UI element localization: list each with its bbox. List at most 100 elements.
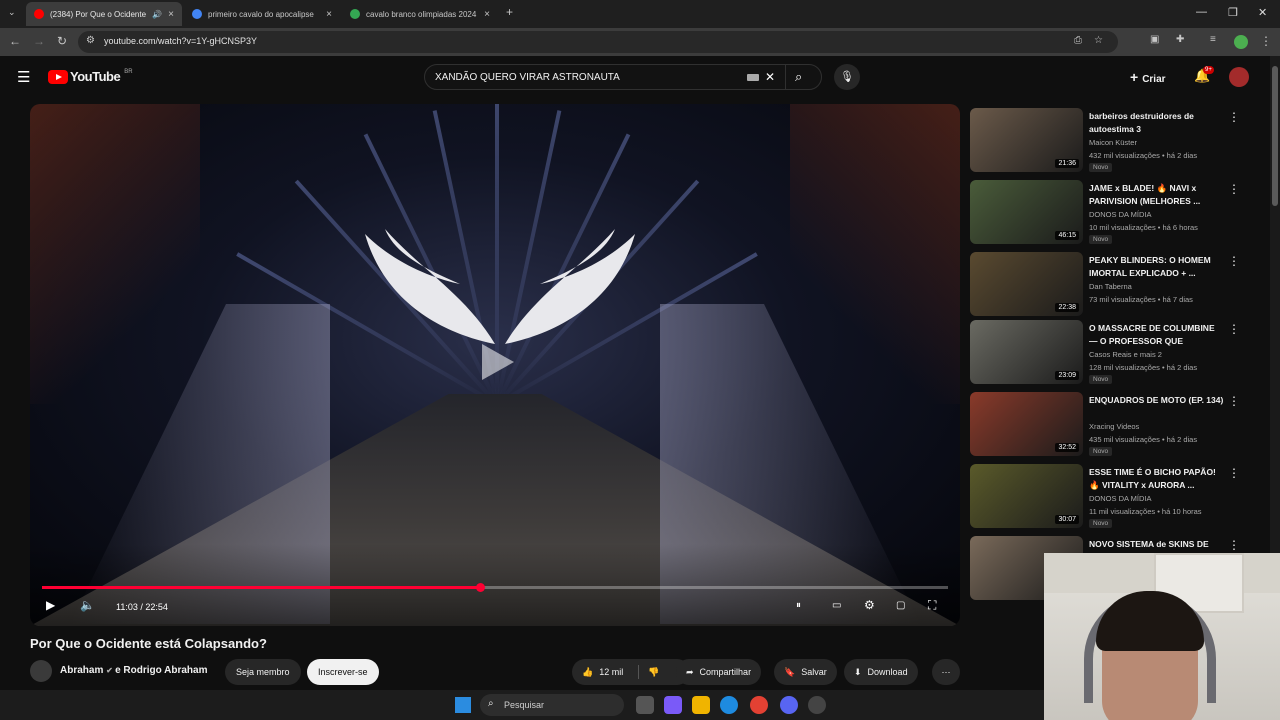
site-info-icon[interactable]: ⚙ (86, 35, 95, 46)
browser-tab-1[interactable]: (2384) Por Que o Ocidente 🔊 × (26, 2, 182, 26)
more-actions-icon[interactable]: ⋯ (932, 659, 960, 685)
join-button[interactable]: Seja membro (225, 659, 301, 685)
volume-icon[interactable]: 🔈 (80, 598, 95, 612)
recommendation-card[interactable]: 30:07 ESSE TIME É O BICHO PAPÃO! 🔥 VITALI… (970, 464, 1250, 530)
recommendation-title[interactable]: JAME x BLADE! 🔥 NAVI x PARIVISION (MELHO… (1089, 182, 1224, 208)
recommendation-channel[interactable]: Maicon Küster (1089, 138, 1137, 147)
like-button[interactable]: 👍 12 mil (582, 667, 623, 677)
recommendation-title[interactable]: ENQUADROS DE MOTO (EP. 134) (1089, 394, 1224, 407)
more-options-icon[interactable]: ⋮ (1228, 466, 1240, 480)
recommendation-channel[interactable]: Dan Taberna (1089, 282, 1132, 291)
channel-collaborator[interactable]: e Rodrigo Abraham (115, 665, 207, 676)
subscribe-button[interactable]: Inscrever-se (307, 659, 379, 685)
fullscreen-icon[interactable]: ⛶ (928, 598, 936, 613)
save-button[interactable]: 🔖 Salvar (774, 659, 837, 685)
account-avatar[interactable] (1229, 67, 1249, 87)
recommendation-channel[interactable]: DONOS DA MÍDIA (1089, 494, 1152, 503)
taskbar-search[interactable]: ⌕ Pesquisar (480, 694, 624, 716)
close-window-icon[interactable]: ✕ (1258, 6, 1267, 19)
task-view-icon[interactable] (636, 696, 654, 714)
recommendation-channel[interactable]: DONOS DA MÍDIA (1089, 210, 1152, 219)
recommendation-card[interactable]: 23:09 O MASSACRE DE COLUMBINE — O PROFESS… (970, 320, 1250, 386)
recommendation-title[interactable]: barbeiros destruidores de autoestima 3 (1089, 110, 1224, 136)
video-player[interactable]: ▶ 🔈 11:03 / 22:54 ⏸ ▭ ⚙ ▢ ⛶ (30, 104, 960, 626)
recommendation-title[interactable]: PEAKY BLINDERS: O HOMEM IMORTAL EXPLICAD… (1089, 254, 1224, 280)
audio-playing-icon[interactable]: 🔊 (152, 10, 162, 19)
tab-close-icon[interactable]: × (168, 9, 174, 20)
channel-name[interactable]: Abraham ✔ e Rodrigo Abraham (60, 665, 208, 676)
restore-icon[interactable]: ❐ (1228, 6, 1238, 19)
settings-gear-icon[interactable]: ⚙ (864, 598, 875, 612)
recommendation-thumbnail[interactable]: 23:09 (970, 320, 1083, 384)
recommendation-thumbnail[interactable]: 46:15 (970, 180, 1083, 244)
more-options-icon[interactable]: ⋮ (1228, 182, 1240, 196)
recommendation-card[interactable]: 32:52 ENQUADROS DE MOTO (EP. 134) Xracing … (970, 392, 1250, 458)
clear-search-icon[interactable]: ✕ (765, 70, 775, 84)
discord-icon[interactable] (780, 696, 798, 714)
obs-icon[interactable] (808, 696, 826, 714)
forward-icon[interactable]: → (33, 34, 45, 48)
back-icon[interactable]: ← (9, 34, 21, 48)
youtube-logo[interactable]: YouTube BR (48, 69, 133, 84)
create-button[interactable]: + Criar (1130, 69, 1166, 85)
center-play-icon[interactable] (482, 344, 514, 380)
reading-list-icon[interactable]: ≡ (1210, 34, 1216, 45)
profile-avatar[interactable] (1234, 35, 1248, 49)
recommendation-title[interactable]: O MASSACRE DE COLUMBINE — O PROFESSOR QU… (1089, 322, 1224, 349)
progress-scrubber[interactable] (475, 583, 485, 592)
address-bar[interactable]: ⚙ youtube.com/watch?v=1Y-gHCNSP3Y ⎙ ☆ (78, 31, 1118, 53)
more-options-icon[interactable]: ⋮ (1228, 538, 1240, 552)
channel-primary[interactable]: Abraham (60, 665, 103, 676)
chrome-icon[interactable] (750, 696, 768, 714)
more-options-icon[interactable]: ⋮ (1228, 254, 1240, 268)
more-options-icon[interactable]: ⋮ (1228, 110, 1240, 124)
more-options-icon[interactable]: ⋮ (1228, 394, 1240, 408)
browser-tab-2[interactable]: primeiro cavalo do apocalipse × (184, 2, 340, 26)
search-box[interactable]: XANDÃO QUERO VIRAR ASTRONAUTA ✕ ⌕ (424, 64, 822, 90)
recommendation-title[interactable]: ESSE TIME É O BICHO PAPÃO! 🔥 VITALITY x … (1089, 466, 1224, 492)
new-tab-icon[interactable]: + (506, 5, 513, 19)
recommendation-thumbnail[interactable]: 32:52 (970, 392, 1083, 456)
extension-icon[interactable]: ▣ (1150, 34, 1159, 45)
recommendation-card[interactable]: 22:38 PEAKY BLINDERS: O HOMEM IMORTAL EXP… (970, 252, 1250, 318)
theater-mode-icon[interactable]: ▢ (896, 600, 905, 611)
recommendation-thumbnail[interactable]: 30:07 (970, 464, 1083, 528)
recommendation-title[interactable]: NOVO SISTEMA de SKINS DE (1089, 538, 1224, 551)
subtitles-icon[interactable]: ▭ (832, 600, 841, 611)
recommendation-thumbnail[interactable]: 21:36 (970, 108, 1083, 172)
autoplay-toggle-icon[interactable]: ⏸ (796, 600, 801, 611)
scrollbar-thumb[interactable] (1272, 66, 1278, 206)
download-button[interactable]: ⬇ Download (844, 659, 918, 685)
minimize-icon[interactable]: — (1196, 6, 1207, 18)
keyboard-icon[interactable] (747, 74, 759, 81)
install-icon[interactable]: ⎙ (1074, 35, 1082, 46)
thumbs-down-icon[interactable]: 👎 (648, 659, 659, 685)
edge-icon[interactable] (720, 696, 738, 714)
file-explorer-icon[interactable] (692, 696, 710, 714)
copilot-icon[interactable] (664, 696, 682, 714)
search-input[interactable]: XANDÃO QUERO VIRAR ASTRONAUTA (435, 72, 620, 83)
tab-search-icon[interactable]: ⌄ (8, 7, 16, 18)
recommendation-thumbnail[interactable]: 22:38 (970, 252, 1083, 316)
voice-search-icon[interactable]: 🎙 (834, 64, 860, 90)
recommendation-channel[interactable]: Xracing Videos (1089, 422, 1139, 431)
search-icon[interactable]: ⌕ (795, 69, 802, 85)
recommendation-channel[interactable]: Casos Reais e mais 2 (1089, 350, 1162, 359)
browser-tab-3[interactable]: cavalo branco olimpiadas 2024 × (342, 2, 498, 26)
recommendation-card[interactable]: 21:36 barbeiros destruidores de autoestim… (970, 108, 1250, 174)
progress-bar[interactable] (42, 583, 948, 592)
windows-start-icon[interactable] (455, 697, 471, 713)
recommendation-card[interactable]: 46:15 JAME x BLADE! 🔥 NAVI x PARIVISION (… (970, 180, 1250, 246)
video-title: Por Que o Ocidente está Colapsando? (30, 636, 267, 651)
play-icon[interactable]: ▶ (46, 598, 55, 612)
channel-avatar[interactable] (30, 660, 52, 682)
browser-menu-icon[interactable]: ⋮ (1260, 34, 1272, 48)
more-options-icon[interactable]: ⋮ (1228, 322, 1240, 336)
share-button[interactable]: ➦ Compartilhar (676, 659, 762, 685)
tab-close-icon[interactable]: × (326, 9, 332, 20)
extensions-puzzle-icon[interactable]: ✚ (1176, 34, 1184, 45)
tab-close-icon[interactable]: × (484, 9, 490, 20)
bookmark-star-icon[interactable]: ☆ (1094, 35, 1103, 46)
hamburger-menu-icon[interactable]: ☰ (17, 68, 30, 86)
reload-icon[interactable]: ↻ (57, 34, 67, 48)
